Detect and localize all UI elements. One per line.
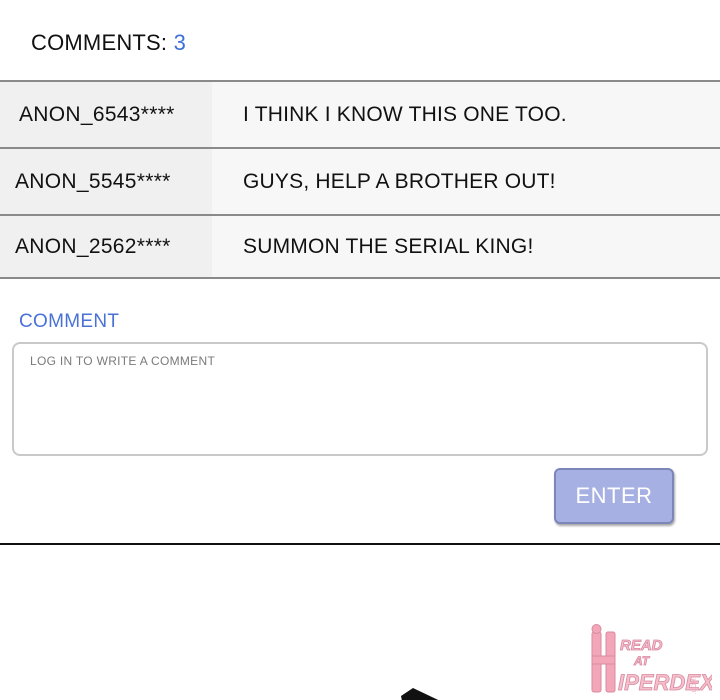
comment-input-placeholder: LOG IN TO WRITE A COMMENT: [30, 354, 216, 368]
comments-header: COMMENTS: 3: [31, 30, 186, 56]
comment-row: ANON_6543**** I THINK I KNOW THIS ONE TO…: [0, 82, 720, 149]
comment-username: ANON_2562****: [0, 216, 212, 277]
comment-row: ANON_2562**** SUMMON THE SERIAL KING!: [0, 216, 720, 277]
artwork-fragment: [401, 688, 439, 700]
svg-text:AT: AT: [633, 654, 651, 668]
comment-input[interactable]: LOG IN TO WRITE A COMMENT: [12, 342, 708, 456]
svg-text:.COM: .COM: [692, 678, 698, 694]
comment-text: I THINK I KNOW THIS ONE TOO.: [212, 82, 720, 147]
enter-button[interactable]: ENTER: [554, 468, 674, 524]
comment-username: ANON_6543****: [0, 82, 212, 147]
comment-row: ANON_5545**** GUYS, HELP A BROTHER OUT!: [0, 149, 720, 216]
section-divider: [0, 543, 720, 545]
comments-screen: COMMENTS: 3 ANON_6543**** I THINK I KNOW…: [0, 0, 720, 700]
comment-list: ANON_6543**** I THINK I KNOW THIS ONE TO…: [0, 80, 720, 279]
comment-username: ANON_5545****: [0, 149, 212, 214]
comments-header-label: COMMENTS:: [31, 30, 174, 55]
svg-text:READ: READ: [620, 637, 663, 654]
comments-count: 3: [173, 30, 186, 55]
compose-label: COMMENT: [19, 311, 120, 332]
watermark-logo: READ AT IPERDEX .COM: [591, 624, 712, 695]
comment-text: GUYS, HELP A BROTHER OUT!: [212, 149, 720, 214]
comment-text: SUMMON THE SERIAL KING!: [212, 216, 720, 277]
